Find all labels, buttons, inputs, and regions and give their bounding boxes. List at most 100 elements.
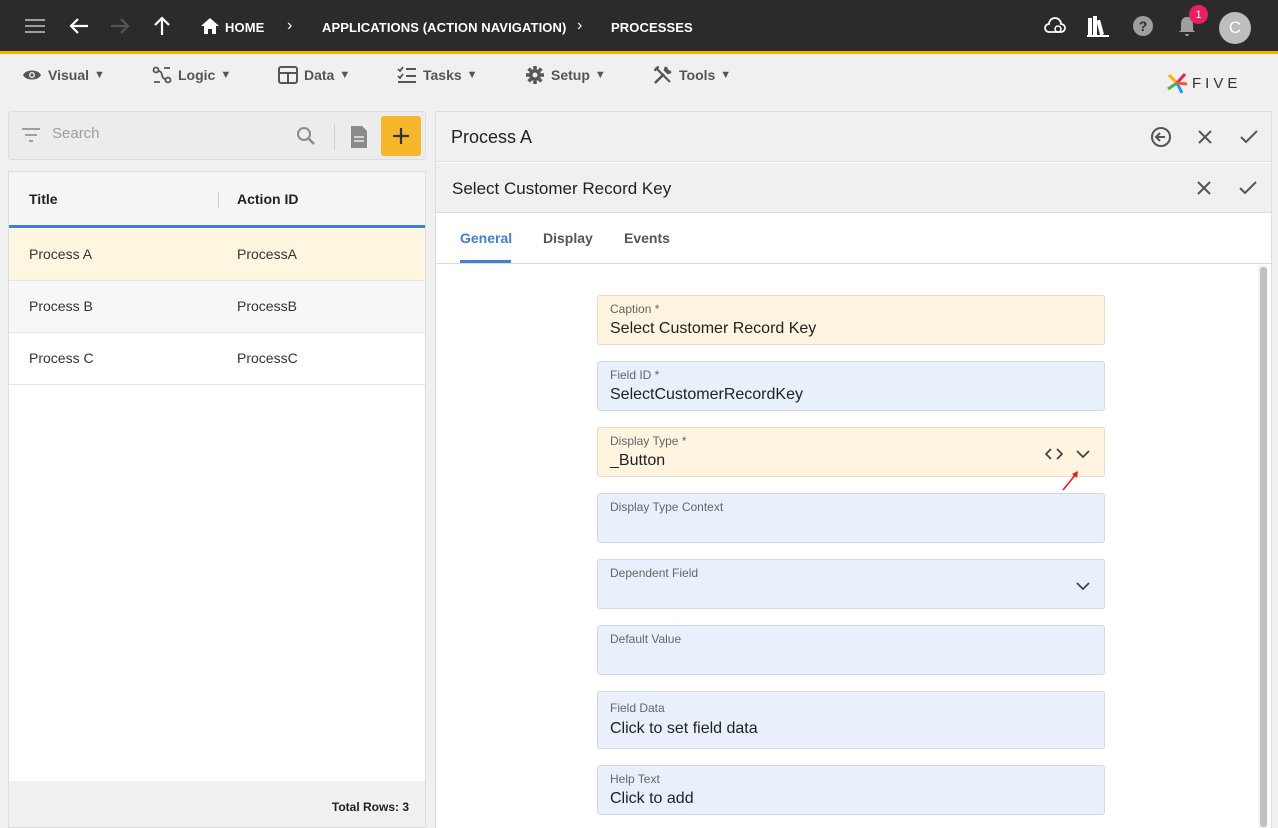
- search-divider: [334, 124, 335, 150]
- default-value-field[interactable]: Default Value: [597, 625, 1105, 675]
- row-action-id: ProcessC: [237, 350, 298, 366]
- display-type-field[interactable]: Display Type * _Button: [597, 427, 1105, 491]
- caret-down-icon: ▼: [720, 69, 732, 81]
- five-logo: FIVE: [1166, 71, 1241, 95]
- menu-visual[interactable]: Visual ▼: [22, 63, 105, 87]
- row-title: Process B: [29, 298, 93, 314]
- check-icon[interactable]: [1237, 125, 1261, 149]
- breadcrumb-separator-icon: ›: [577, 17, 583, 34]
- menu-visual-label: Visual: [48, 67, 89, 83]
- row-action-id: ProcessA: [237, 246, 297, 262]
- top-bar: HOME › APPLICATIONS (ACTION NAVIGATION) …: [0, 0, 1278, 54]
- home-icon[interactable]: [198, 14, 222, 38]
- tab-display[interactable]: Display: [543, 230, 593, 246]
- menu-logic-label: Logic: [178, 67, 216, 83]
- svg-text:?: ?: [1139, 18, 1148, 34]
- record-list: Title Action ID Process A ProcessA Proce…: [8, 171, 426, 828]
- field-data-label: Field Data: [610, 701, 665, 715]
- close-icon[interactable]: [1193, 125, 1217, 149]
- code-icon[interactable]: [1045, 445, 1063, 463]
- close-icon[interactable]: [1192, 176, 1216, 200]
- row-title: Process C: [29, 350, 94, 366]
- five-logo-text: FIVE: [1192, 74, 1242, 92]
- tab-general[interactable]: General: [460, 230, 512, 246]
- field-data-field[interactable]: Field Data Click to set field data: [597, 691, 1105, 749]
- up-arrow-icon[interactable]: [150, 14, 174, 38]
- list-footer: Total Rows: 3: [9, 781, 425, 827]
- document-icon[interactable]: [349, 125, 369, 154]
- notification-badge: 1: [1189, 5, 1208, 24]
- column-header-title[interactable]: Title: [29, 191, 58, 207]
- cloud-sync-icon[interactable]: [1043, 14, 1067, 38]
- field-header: Select Customer Record Key: [436, 163, 1271, 213]
- row-action-id: ProcessB: [237, 298, 297, 314]
- menu-bar: Visual ▼ Logic ▼ Data ▼ Tasks ▼ Setup ▼ Tools…: [0, 57, 1278, 103]
- dependent-field-field[interactable]: Dependent Field: [597, 559, 1105, 609]
- total-rows: Total Rows: 3: [331, 800, 409, 814]
- chevron-down-icon[interactable]: [1074, 577, 1092, 595]
- menu-setup-label: Setup: [551, 67, 590, 83]
- field-data-value: Click to set field data: [610, 720, 758, 737]
- help-text-value: Click to add: [610, 790, 694, 807]
- default-value-label: Default Value: [610, 632, 682, 646]
- library-books-icon[interactable]: [1086, 14, 1110, 38]
- column-divider: [218, 192, 219, 208]
- history-back-icon[interactable]: [1149, 125, 1173, 149]
- search-icon[interactable]: [296, 126, 316, 151]
- column-header-action-id[interactable]: Action ID: [237, 191, 298, 207]
- menu-tools[interactable]: Tools ▼: [653, 63, 731, 87]
- five-logo-icon: [1167, 73, 1188, 94]
- menu-logic[interactable]: Logic ▼: [152, 63, 231, 87]
- caption-value: Select Customer Record Key: [610, 320, 817, 337]
- plus-icon: [393, 128, 409, 144]
- scrollbar-thumb[interactable]: [1260, 267, 1267, 827]
- help-icon[interactable]: ?: [1131, 14, 1155, 38]
- form-area: Caption * Select Customer Record Key Fie…: [436, 265, 1271, 828]
- caret-down-icon: ▼: [466, 69, 478, 81]
- gear-icon: [526, 66, 544, 84]
- menu-tools-label: Tools: [679, 67, 716, 83]
- list-header: Title Action ID: [9, 172, 425, 228]
- tab-events[interactable]: Events: [624, 230, 670, 246]
- search-bar: [8, 111, 426, 160]
- add-record-button[interactable]: [381, 116, 421, 156]
- breadcrumb-home[interactable]: HOME: [225, 20, 264, 35]
- caret-down-icon: ▼: [94, 69, 105, 81]
- tools-wrench-icon: [653, 65, 672, 84]
- display-type-context-label: Display Type Context: [610, 500, 724, 514]
- menu-data[interactable]: Data ▼: [278, 63, 350, 87]
- field-id-field[interactable]: Field ID * SelectCustomerRecordKey: [597, 361, 1105, 411]
- table-grid-icon: [278, 66, 298, 84]
- filter-icon[interactable]: [21, 127, 41, 148]
- check-icon[interactable]: [1236, 176, 1260, 200]
- display-type-label: Display Type *: [610, 434, 687, 448]
- logic-flow-icon: [152, 66, 172, 84]
- menu-tasks[interactable]: Tasks ▼: [397, 63, 478, 87]
- menu-data-label: Data: [304, 67, 335, 83]
- hamburger-menu-icon[interactable]: [23, 14, 47, 38]
- table-row[interactable]: Process B ProcessB: [9, 281, 425, 333]
- back-arrow-icon[interactable]: [67, 14, 91, 38]
- dependent-field-label: Dependent Field: [610, 566, 699, 580]
- avatar[interactable]: C: [1219, 12, 1251, 44]
- help-text-field[interactable]: Help Text Click to add: [597, 765, 1105, 815]
- tab-bar: General Display Events: [436, 214, 1271, 264]
- caret-down-icon: ▼: [339, 69, 351, 81]
- caret-down-icon: ▼: [220, 69, 232, 81]
- search-input[interactable]: [52, 125, 282, 142]
- menu-setup[interactable]: Setup ▼: [525, 63, 606, 87]
- caption-field[interactable]: Caption * Select Customer Record Key: [597, 295, 1105, 345]
- eye-icon: [23, 70, 41, 80]
- display-type-value: _Button: [610, 452, 666, 469]
- caret-down-icon: ▼: [594, 69, 606, 81]
- breadcrumb-applications[interactable]: APPLICATIONS (ACTION NAVIGATION): [322, 20, 566, 35]
- display-type-context-field[interactable]: Display Type Context: [597, 493, 1105, 543]
- menu-tasks-label: Tasks: [423, 67, 462, 83]
- breadcrumb-processes[interactable]: PROCESSES: [611, 20, 693, 35]
- detail-panel: Process A Select Customer Record Key Gen…: [435, 111, 1272, 828]
- help-text-label: Help Text: [610, 772, 660, 786]
- table-row[interactable]: Process C ProcessC: [9, 333, 425, 385]
- table-row[interactable]: Process A ProcessA: [9, 229, 425, 281]
- chevron-down-icon[interactable]: [1074, 445, 1092, 463]
- forward-arrow-icon[interactable]: [108, 14, 132, 38]
